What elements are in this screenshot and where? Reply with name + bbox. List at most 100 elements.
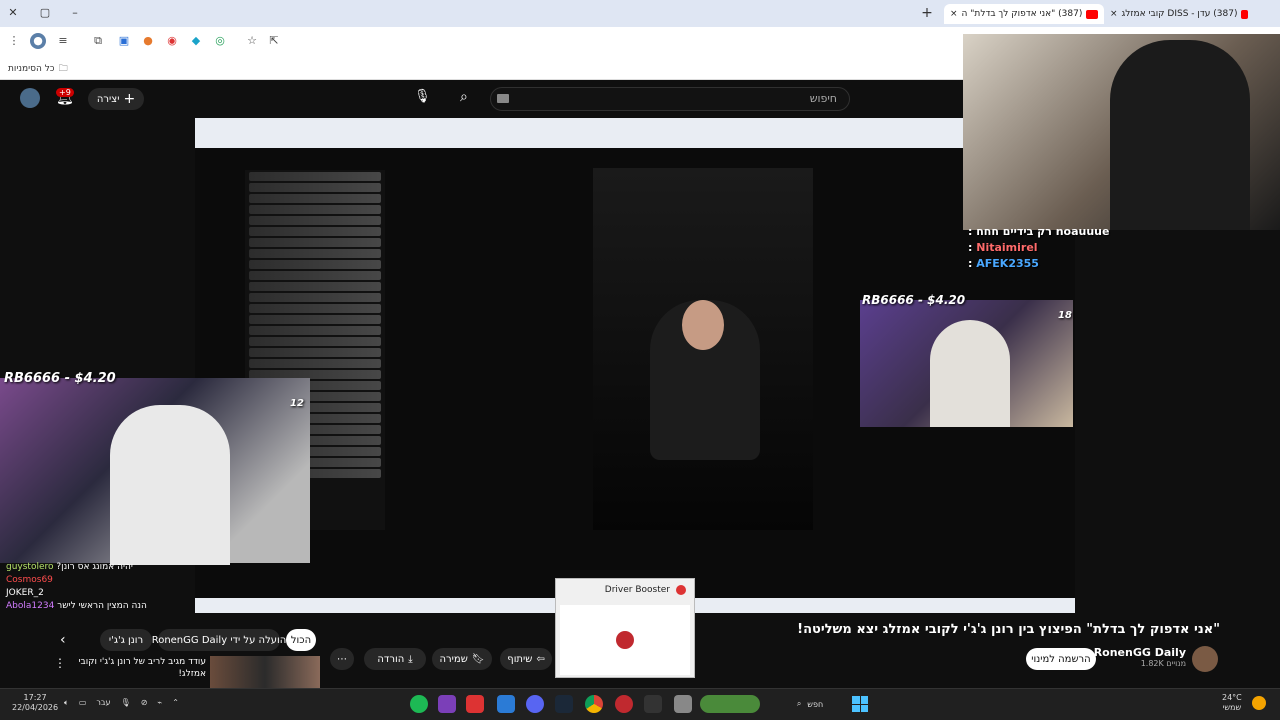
create-button[interactable]: + יצירה (88, 88, 144, 110)
clock-date: 22/04/2026 (12, 703, 59, 712)
chat-message: noauuue רק בידיים חחח : (968, 225, 1109, 238)
app-icon[interactable] (497, 695, 515, 713)
tab-label: (387) "אני אדפוק לך בדלת" ה (961, 9, 1083, 19)
cast-icon[interactable]: ⇱ (266, 33, 282, 49)
chat-message: Cosmos69 (6, 575, 147, 585)
driver-booster-logo-icon (616, 631, 634, 649)
more-actions-button[interactable]: ⋯ (330, 648, 354, 670)
reading-list-icon[interactable]: ≡ (55, 33, 71, 49)
video-title: "אני אדפוק לך בדלת" הפיצוץ בין רונן ג'ג'… (797, 622, 1220, 637)
chip-ronen[interactable]: רונן ג'ג'י (100, 629, 152, 651)
chat-user: JOKER_2 (6, 588, 44, 598)
chevron-left-icon[interactable]: ‹ (60, 632, 66, 648)
close-tab-icon[interactable]: × (950, 9, 958, 19)
discord-icon[interactable] (526, 695, 544, 713)
widgets-icon[interactable] (700, 695, 760, 713)
speaker-icon[interactable]: 🔈︎ (64, 698, 69, 708)
popup-header: Driver Booster (556, 579, 694, 601)
microphone-icon[interactable]: 🎙︎ (121, 698, 131, 708)
network-icon[interactable]: ▭ (79, 698, 87, 708)
chat-user: noauuue (1055, 225, 1110, 238)
subscriber-count: 1.82K מנויים (1140, 659, 1186, 668)
bookmark-icon: 🔖︎ (471, 653, 485, 665)
create-label: יצירה (96, 93, 120, 105)
bookmark-star-icon[interactable]: ☆ (244, 33, 260, 49)
share-button[interactable]: ⇦ שיתוף (500, 648, 552, 670)
share-icon: ⇦ (536, 653, 545, 665)
extension-icon[interactable]: ◎ (212, 33, 228, 49)
app-icon[interactable] (438, 695, 456, 713)
related-video-thumbnail[interactable] (210, 656, 320, 688)
subscribe-button[interactable]: הרשמה למינוי (1026, 648, 1096, 670)
video-person-head (682, 300, 724, 350)
streamer-silhouette (1110, 40, 1250, 230)
search-icon[interactable]: ⌕ (460, 89, 468, 105)
taskbar-search[interactable]: חפש ⌕ (770, 695, 850, 713)
youtube-icon (1086, 9, 1098, 19)
keyboard-icon[interactable] (497, 94, 509, 103)
driver-booster-icon[interactable] (615, 695, 633, 713)
channel-avatar[interactable] (1192, 646, 1218, 672)
steam-icon[interactable] (555, 695, 573, 713)
menu-dots-icon[interactable]: ⋮ (6, 33, 22, 49)
minimize-window-button[interactable]: – (66, 5, 84, 21)
extension-icon[interactable]: ▣ (116, 33, 132, 49)
plus-icon: + (123, 91, 136, 107)
app-icon[interactable] (644, 695, 662, 713)
profile-avatar[interactable]: ● (30, 33, 46, 49)
driver-booster-popup[interactable]: Driver Booster (555, 578, 695, 678)
chip-all[interactable]: הכול (286, 629, 316, 651)
file-explorer-icon[interactable] (674, 695, 692, 713)
menu-dots-icon[interactable]: ⋮ (54, 656, 66, 670)
restore-window-button[interactable]: ▢ (36, 5, 54, 21)
extension-icon[interactable]: ◉ (164, 33, 180, 49)
windows-start-icon[interactable] (852, 696, 868, 712)
popup-preview[interactable] (560, 605, 690, 675)
download-icon: ⤓ (408, 653, 413, 665)
chat-user: Nitaimirel (976, 241, 1038, 254)
stream-chat-right: noauuue רק בידיים חחח : Nitaimirel : AFE… (968, 225, 1109, 270)
extension-icon[interactable]: ● (140, 33, 156, 49)
extension-icon[interactable]: ◆ (188, 33, 204, 49)
chat-message: guystolero ?יהיה אמונג אס רונן (6, 562, 147, 572)
search-icon: ⌕ (796, 699, 802, 708)
weather-widget[interactable]: 24°C שמשי (1222, 693, 1242, 713)
channel-info: RonenGG Daily 1.82K מנויים (1090, 646, 1186, 668)
chevron-up-icon[interactable]: ⌃ (172, 698, 179, 708)
lang-indicator[interactable]: עבר (96, 698, 110, 708)
channel-name[interactable]: RonenGG Daily (1090, 646, 1186, 659)
related-video-title[interactable]: עודד מגיב לריב של רונן ג'ג'י וקובי אמזלג… (70, 656, 207, 680)
microphone-icon[interactable]: 🎙︎ (414, 89, 431, 104)
chrome-icon[interactable] (585, 695, 603, 713)
avatar[interactable] (20, 88, 40, 108)
tab[interactable]: (387) עדן - DISS קובי אמזלג × (1104, 4, 1254, 24)
search-input[interactable]: חיפוש (490, 87, 850, 111)
chip-uploaded-by[interactable]: הועלה על ידי RonenGG Daily (152, 629, 286, 651)
save-label: שמירה (439, 653, 468, 665)
tab-active[interactable]: (387) "אני אדפוק לך בדלת" ה × (944, 4, 1104, 24)
extensions-icon[interactable]: ⧉ (90, 33, 106, 49)
youtube-icon (1241, 9, 1248, 19)
chat-user: Cosmos69 (6, 575, 53, 585)
new-tab-button[interactable]: + (918, 5, 936, 21)
streamer-silhouette (110, 405, 230, 565)
all-bookmarks[interactable]: 🗀 כל הסימניות (8, 61, 68, 77)
weather-temp: 24°C (1222, 693, 1242, 702)
mute-icon[interactable]: ⊘ (141, 698, 148, 708)
donation-alert: RB6666 - $4.20 (862, 293, 966, 307)
chat-text: רק בידיים חחח : (968, 225, 1052, 238)
spotify-icon[interactable] (410, 695, 428, 713)
save-button[interactable]: 🔖︎ שמירה (432, 648, 492, 670)
all-bookmarks-label: כל הסימניות (8, 64, 55, 74)
chat-text: ?יהיה אמונג אס רונן (56, 562, 133, 572)
chat-text: : (968, 241, 973, 254)
tab-label: (387) עדן - DISS קובי אמזלג (1121, 9, 1238, 19)
close-window-button[interactable]: ✕ (4, 5, 22, 21)
clock[interactable]: 17:27 22/04/2026 (12, 693, 58, 713)
app-icon[interactable] (466, 695, 484, 713)
download-button[interactable]: ⤓ הורדה (364, 648, 426, 670)
network-off-icon[interactable]: ⌁ (157, 698, 162, 708)
chat-user: Abola1234 (6, 601, 55, 611)
close-tab-icon[interactable]: × (1110, 9, 1118, 19)
chat-text: : (968, 257, 973, 270)
